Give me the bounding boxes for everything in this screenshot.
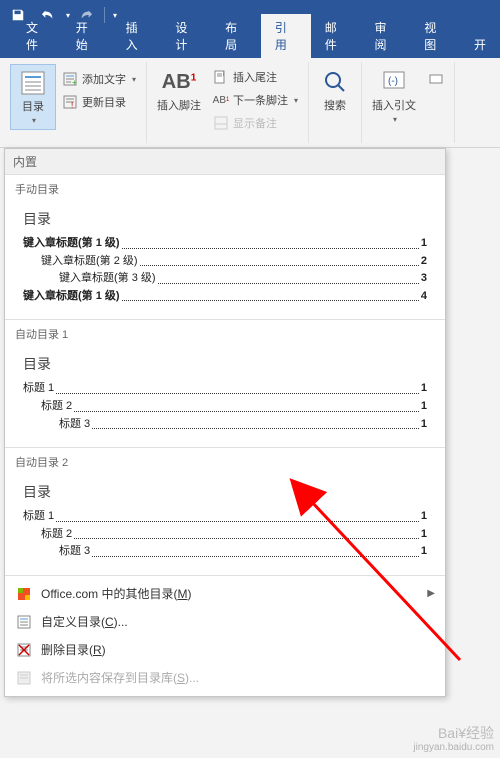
toc-button[interactable]: 目录▾ bbox=[10, 64, 56, 130]
endnote-icon: i bbox=[213, 69, 229, 85]
preview-title: 目录 bbox=[23, 354, 427, 374]
preview-title: 目录 bbox=[23, 209, 427, 229]
add-text-button[interactable]: + 添加文字▾ bbox=[56, 68, 142, 90]
custom-toc-icon bbox=[15, 613, 33, 631]
ribbon-group-research: 搜索 bbox=[309, 62, 362, 143]
svg-text:+: + bbox=[72, 78, 77, 86]
insert-footnote-button[interactable]: AB1 插入脚注 bbox=[151, 64, 207, 115]
svg-text:(-): (-) bbox=[388, 76, 398, 87]
section-title: 手动目录 bbox=[15, 181, 435, 197]
tab-design[interactable]: 设计 bbox=[161, 14, 211, 58]
insert-endnote-button[interactable]: i 插入尾注 bbox=[207, 66, 304, 88]
ribbon-tabs: 文件 开始 插入 设计 布局 引用 邮件 审阅 视图 开 bbox=[0, 30, 500, 58]
menu-save-selection: 将所选内容保存到目录库(S)... bbox=[5, 664, 445, 692]
tab-insert[interactable]: 插入 bbox=[112, 14, 162, 58]
citation-icon: (-) bbox=[378, 66, 410, 98]
toc-line: 标题 21 bbox=[23, 526, 427, 544]
tab-file[interactable]: 文件 bbox=[12, 14, 62, 58]
footnote-icon: AB1 bbox=[163, 66, 195, 98]
toc-line: 标题 31 bbox=[23, 416, 427, 434]
menu-custom-toc[interactable]: 自定义目录(C)... bbox=[5, 608, 445, 636]
sources-icon bbox=[428, 71, 444, 87]
toc-dropdown-panel: 内置 手动目录 目录 键入章标题(第 1 级)1 键入章标题(第 2 级)2 键… bbox=[4, 148, 446, 697]
show-notes-icon bbox=[213, 115, 229, 131]
menu-remove-toc[interactable]: 删除目录(R) bbox=[5, 636, 445, 664]
ribbon: 目录▾ + 添加文字▾ ! 更新目录 AB1 插入脚注 i 插入尾注 bbox=[0, 58, 500, 148]
office-icon bbox=[15, 585, 33, 603]
section-title: 自动目录 2 bbox=[15, 454, 435, 470]
toc-line: 标题 11 bbox=[23, 508, 427, 526]
ribbon-group-toc: 目录▾ + 添加文字▾ ! 更新目录 bbox=[6, 62, 147, 143]
insert-citation-button[interactable]: (-) 插入引文▾ bbox=[366, 64, 422, 128]
ribbon-group-citations: (-) 插入引文▾ bbox=[362, 62, 455, 143]
tab-review[interactable]: 审阅 bbox=[360, 14, 410, 58]
toc-line: 标题 21 bbox=[23, 398, 427, 416]
tab-view[interactable]: 视图 bbox=[410, 14, 460, 58]
toc-option-auto1[interactable]: 自动目录 1 目录 标题 11 标题 21 标题 31 bbox=[5, 320, 445, 448]
toc-label: 目录▾ bbox=[22, 101, 44, 127]
update-toc-button[interactable]: ! 更新目录 bbox=[56, 91, 142, 113]
toc-line: 键入章标题(第 2 级)2 bbox=[23, 253, 427, 271]
search-label: 搜索 bbox=[324, 100, 346, 113]
svg-text:!: ! bbox=[71, 101, 73, 109]
section-title: 自动目录 1 bbox=[15, 326, 435, 342]
manage-sources-button[interactable] bbox=[422, 68, 450, 90]
dropdown-menu: Office.com 中的其他目录(M) ▶ 自定义目录(C)... 删除目录(… bbox=[5, 576, 445, 696]
dropdown-header: 内置 bbox=[5, 149, 445, 175]
add-text-icon: + bbox=[62, 71, 78, 87]
watermark: Bai¥经验 jingyan.baidu.com bbox=[413, 725, 494, 754]
toc-option-manual[interactable]: 手动目录 目录 键入章标题(第 1 级)1 键入章标题(第 2 级)2 键入章标… bbox=[5, 175, 445, 320]
tab-references[interactable]: 引用 bbox=[261, 14, 311, 58]
remove-toc-icon bbox=[15, 641, 33, 659]
save-selection-icon bbox=[15, 669, 33, 687]
insert-footnote-label: 插入脚注 bbox=[157, 100, 201, 113]
tab-developer[interactable]: 开 bbox=[460, 31, 500, 58]
insert-citation-label: 插入引文▾ bbox=[372, 100, 416, 126]
chevron-right-icon: ▶ bbox=[427, 588, 435, 599]
update-toc-icon: ! bbox=[62, 94, 78, 110]
preview-title: 目录 bbox=[23, 482, 427, 502]
toc-line: 键入章标题(第 1 级)4 bbox=[23, 288, 427, 306]
toc-line: 键入章标题(第 3 级)3 bbox=[23, 270, 427, 288]
tab-layout[interactable]: 布局 bbox=[211, 14, 261, 58]
next-footnote-button[interactable]: AB1 下一条脚注▾ bbox=[207, 89, 304, 111]
show-notes-button[interactable]: 显示备注 bbox=[207, 112, 304, 134]
search-icon bbox=[319, 66, 351, 98]
ribbon-group-footnotes: AB1 插入脚注 i 插入尾注 AB1 下一条脚注▾ 显示备注 bbox=[147, 62, 309, 143]
toc-line: 标题 31 bbox=[23, 543, 427, 561]
search-button[interactable]: 搜索 bbox=[313, 64, 357, 115]
toc-line: 键入章标题(第 1 级)1 bbox=[23, 235, 427, 253]
menu-more-office[interactable]: Office.com 中的其他目录(M) ▶ bbox=[5, 580, 445, 608]
svg-text:i: i bbox=[223, 72, 224, 78]
toc-icon bbox=[17, 67, 49, 99]
redo-button[interactable] bbox=[72, 1, 100, 29]
toc-option-auto2[interactable]: 自动目录 2 目录 标题 11 标题 21 标题 31 bbox=[5, 448, 445, 576]
next-footnote-icon: AB1 bbox=[213, 92, 229, 108]
toc-line: 标题 11 bbox=[23, 380, 427, 398]
tab-mailings[interactable]: 邮件 bbox=[311, 14, 361, 58]
